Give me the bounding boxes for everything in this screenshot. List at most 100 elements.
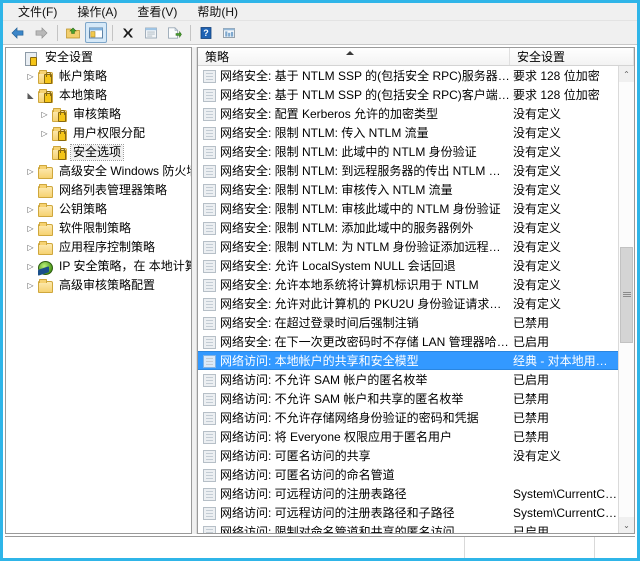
table-row[interactable]: 网络安全: 在下一次更改密码时不存储 LAN 管理器哈希值已启用 [198, 332, 618, 351]
cell-security-setting: 已禁用 [510, 390, 618, 407]
cell-policy: 网络安全: 限制 NTLM: 审核此域中的 NTLM 身份验证 [198, 200, 510, 217]
table-row[interactable]: 网络安全: 基于 NTLM SSP 的(包括安全 RPC)客户端的最小...要求… [198, 85, 618, 104]
table-row[interactable]: 网络安全: 限制 NTLM: 传入 NTLM 流量没有定义 [198, 123, 618, 142]
table-row[interactable]: 网络安全: 限制 NTLM: 添加此域中的服务器例外没有定义 [198, 218, 618, 237]
table-row[interactable]: 网络访问: 可匿名访问的共享没有定义 [198, 446, 618, 465]
chevron-right-icon[interactable]: ▷ [24, 222, 37, 235]
chevron-right-icon[interactable]: ▷ [24, 203, 37, 216]
menu-action[interactable]: 操作(A) [70, 2, 126, 22]
chevron-right-icon[interactable]: ▷ [24, 165, 37, 178]
ipsec-icon [37, 260, 54, 274]
policy-icon [202, 525, 215, 533]
table-row[interactable]: 网络访问: 不允许 SAM 帐户和共享的匿名枚举已禁用 [198, 389, 618, 408]
cell-policy: 网络安全: 限制 NTLM: 为 NTLM 身份验证添加远程服务器... [198, 238, 510, 255]
cell-policy: 网络安全: 限制 NTLM: 审核传入 NTLM 流量 [198, 181, 510, 198]
scroll-track[interactable] [619, 82, 634, 517]
table-row[interactable]: 网络安全: 限制 NTLM: 为 NTLM 身份验证添加远程服务器...没有定义 [198, 237, 618, 256]
table-row[interactable]: 网络安全: 允许本地系统将计算机标识用于 NTLM没有定义 [198, 275, 618, 294]
back-arrow-icon[interactable] [7, 22, 29, 43]
scroll-down-button[interactable]: ⌄ [619, 517, 634, 533]
policy-icon [202, 145, 215, 158]
chevron-down-icon[interactable]: ◢ [24, 89, 37, 102]
table-row[interactable]: 网络访问: 可匿名访问的命名管道 [198, 465, 618, 484]
table-row[interactable]: 网络访问: 本地帐户的共享和安全模型 经典 - 对本地用户进行... [198, 351, 618, 370]
cell-policy: 网络访问: 限制对命名管道和共享的匿名访问 [198, 523, 510, 533]
menu-help[interactable]: 帮助(H) [190, 2, 247, 22]
tree-item-9[interactable]: ▷软件限制策略 [6, 219, 191, 238]
chevron-right-icon[interactable]: ▷ [24, 241, 37, 254]
tree-item-4[interactable]: ▷用户权限分配 [6, 124, 191, 143]
forward-arrow-icon[interactable] [30, 22, 52, 43]
table-row[interactable]: 网络访问: 可远程访问的注册表路径System\CurrentContro... [198, 484, 618, 503]
help-question-icon[interactable]: ? [195, 22, 217, 43]
tree-item-10[interactable]: ▷应用程序控制策略 [6, 238, 191, 257]
svg-text:?: ? [203, 28, 209, 38]
view-list-icon[interactable] [218, 22, 240, 43]
cell-security-setting: 已禁用 [510, 428, 618, 445]
folder-icon [37, 203, 54, 217]
chevron-right-icon[interactable]: ▷ [38, 108, 51, 121]
table-row[interactable]: 网络安全: 限制 NTLM: 审核此域中的 NTLM 身份验证没有定义 [198, 199, 618, 218]
cell-security-setting: 已启用 [510, 523, 618, 533]
table-row[interactable]: 网络安全: 限制 NTLM: 到远程服务器的传出 NTLM 流量没有定义 [198, 161, 618, 180]
console-tree[interactable]: 安全设置▷帐户策略◢本地策略▷审核策略▷用户权限分配安全选项 ▷ 高级安全 Wind… [5, 47, 191, 534]
cell-security-setting: 经典 - 对本地用户进行... [510, 352, 618, 369]
tree-item-5[interactable]: 安全选项 [6, 143, 191, 162]
table-row[interactable]: 网络安全: 在超过登录时间后强制注销已禁用 [198, 313, 618, 332]
scroll-thumb-grip [623, 292, 631, 298]
list-vertical-scrollbar[interactable]: ⌃ ⌄ [618, 66, 634, 533]
column-policy[interactable]: 策略 [198, 48, 510, 65]
tree-item-2[interactable]: ◢本地策略 [6, 86, 191, 105]
table-row[interactable]: 网络访问: 将 Everyone 权限应用于匿名用户已禁用 [198, 427, 618, 446]
policy-icon [202, 297, 215, 310]
cell-security-setting: 没有定义 [510, 238, 618, 255]
tree-item-6[interactable]: ▷ 高级安全 Windows 防火墙 [6, 162, 191, 181]
tree-item-8[interactable]: ▷公钥策略 [6, 200, 191, 219]
table-row[interactable]: 网络访问: 限制对命名管道和共享的匿名访问已启用 [198, 522, 618, 533]
table-row[interactable]: 网络安全: 基于 NTLM SSP 的(包括安全 RPC)服务器的最小...要求… [198, 66, 618, 85]
tree-item-label: 安全选项 [71, 145, 123, 160]
cell-policy: 网络安全: 在下一次更改密码时不存储 LAN 管理器哈希值 [198, 333, 510, 350]
chevron-right-icon[interactable]: ▷ [38, 127, 51, 140]
tree-item-0[interactable]: 安全设置 [6, 48, 191, 67]
tree-item-11[interactable]: ▷IP 安全策略，在 本地计算机 [6, 257, 191, 276]
cell-policy: 网络安全: 限制 NTLM: 添加此域中的服务器例外 [198, 219, 510, 236]
delete-x-icon[interactable] [117, 22, 139, 43]
tree-item-12[interactable]: ▷高级审核策略配置 [6, 276, 191, 295]
tree-item-7[interactable]: 网络列表管理器策略 [6, 181, 191, 200]
table-row[interactable]: 网络安全: 允许 LocalSystem NULL 会话回退没有定义 [198, 256, 618, 275]
tree-item-1[interactable]: ▷帐户策略 [6, 67, 191, 86]
toolbar-separator-1 [57, 25, 58, 41]
cell-policy: 网络访问: 可远程访问的注册表路径 [198, 485, 510, 502]
table-row[interactable]: 网络安全: 限制 NTLM: 审核传入 NTLM 流量没有定义 [198, 180, 618, 199]
menu-view[interactable]: 查看(V) [130, 2, 186, 22]
scroll-up-button[interactable]: ⌃ [619, 66, 634, 82]
chevron-right-icon[interactable]: ▷ [24, 260, 37, 273]
table-row[interactable]: 网络安全: 配置 Kerberos 允许的加密类型没有定义 [198, 104, 618, 123]
table-row[interactable]: 网络访问: 不允许 SAM 帐户的匿名枚举已启用 [198, 370, 618, 389]
cell-security-setting: 已启用 [510, 333, 618, 350]
policy-name: 网络访问: 本地帐户的共享和安全模型 [220, 352, 419, 369]
properties-icon[interactable] [140, 22, 162, 43]
status-bar [5, 536, 635, 558]
column-security-setting[interactable]: 安全设置 [510, 48, 634, 65]
policy-icon [202, 335, 215, 348]
table-row[interactable]: 网络访问: 不允许存储网络身份验证的密码和凭据已禁用 [198, 408, 618, 427]
chevron-right-icon[interactable]: ▷ [24, 279, 37, 292]
tree-item-label: 高级安全 Windows 防火墙 [57, 164, 191, 179]
chevron-right-icon[interactable]: ▷ [24, 70, 37, 83]
cell-security-setting: 没有定义 [510, 295, 618, 312]
table-row[interactable]: 网络访问: 可远程访问的注册表路径和子路径System\CurrentContr… [198, 503, 618, 522]
cell-security-setting: 没有定义 [510, 257, 618, 274]
show-hide-console-tree-icon[interactable] [85, 22, 107, 43]
export-list-icon[interactable] [163, 22, 185, 43]
table-row[interactable]: 网络安全: 允许对此计算机的 PKU2U 身份验证请求使用联...没有定义 [198, 294, 618, 313]
scroll-thumb[interactable] [620, 247, 633, 343]
table-row[interactable]: 网络安全: 限制 NTLM: 此域中的 NTLM 身份验证没有定义 [198, 142, 618, 161]
policy-list[interactable]: 网络安全: 基于 NTLM SSP 的(包括安全 RPC)服务器的最小...要求… [198, 66, 618, 533]
folder-icon [37, 279, 54, 293]
menu-file[interactable]: 文件(F) [11, 2, 66, 22]
up-folder-icon[interactable] [62, 22, 84, 43]
policy-name: 网络访问: 不允许存储网络身份验证的密码和凭据 [220, 409, 479, 426]
tree-item-3[interactable]: ▷审核策略 [6, 105, 191, 124]
